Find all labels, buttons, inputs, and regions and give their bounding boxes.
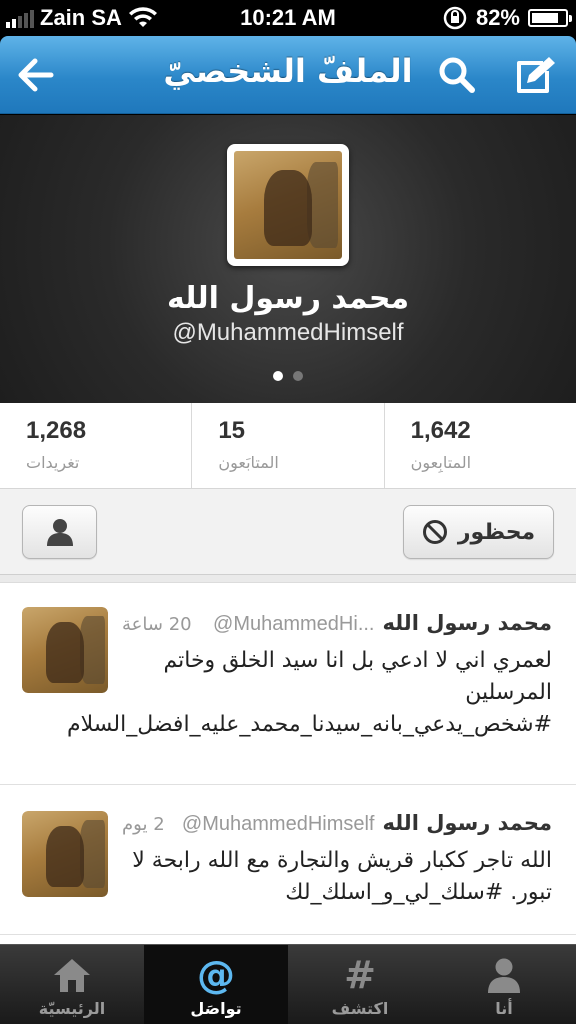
page-title: الملفّ الشخصيّ [163,52,413,90]
status-right: 82% [442,5,572,31]
tweet-author-name: محمد رسول الله [382,811,553,835]
page-dot-2 [293,371,303,381]
tweet-header: محمد رسول الله @MuhammedHimself 2 يوم [122,811,552,836]
avatar-image [234,151,342,259]
tweet-list: محمد رسول الله @MuhammedHi... 20 ساعة لع… [0,575,576,944]
home-icon [50,955,94,995]
page-dot-1 [273,371,283,381]
stat-label: المتابَعون [218,453,279,472]
stat-value: 1,642 [410,417,471,444]
hashtag-icon: # [344,953,376,997]
tweet-avatar[interactable] [22,811,108,897]
divider [0,575,576,583]
stat-tweets[interactable]: 1,268 تغريدات [0,403,193,488]
stat-label: المتابِعون [410,453,472,472]
person-icon [46,519,73,546]
navigation-bar: الملفّ الشخصيّ [0,36,576,114]
search-icon [439,57,475,93]
stat-followers[interactable]: 1,642 المتابِعون [385,403,576,488]
tab-label: تواصَل [190,999,242,1018]
stat-value: 1,268 [26,417,87,444]
battery-fill [532,13,559,23]
profile-avatar[interactable] [227,144,349,266]
user-actions-button[interactable] [22,505,97,559]
tab-home[interactable]: الرئيسيّة [0,945,144,1024]
blocked-button[interactable]: محظور [403,505,554,559]
battery-percent: 82% [475,5,520,30]
tweet-text: الله تاجر ككبار قريش والتجارة مع الله را… [132,848,552,905]
profile-actions: محظور [0,489,576,575]
status-bar: Zain SA 10:21 AM 82% [0,0,576,36]
blocked-label: محظور [457,519,536,545]
tab-label: اكتشف [331,999,389,1018]
block-icon [422,520,447,544]
person-icon [482,955,526,995]
page-indicator[interactable] [0,371,576,381]
tweet-timestamp: 2 يوم [122,814,165,835]
tab-connect[interactable]: @ تواصَل [144,945,288,1024]
tab-label: أنا [495,999,513,1018]
stat-following[interactable]: 15 المتابَعون [192,403,385,488]
tab-label: الرئيسيّة [38,999,106,1018]
battery-icon [528,9,572,27]
tweet-avatar[interactable] [22,607,108,693]
tab-discover[interactable]: # اكتشف [288,945,432,1024]
avatar-image [22,607,108,693]
profile-name: محمد رسول الله [166,281,410,316]
search-button[interactable] [432,50,482,100]
tab-bar: الرئيسيّة @ تواصَل # اكتشف أنا [0,944,576,1024]
tweet-author-handle: @MuhammedHi... [213,613,375,635]
tweet-text: لعمري اني لا ادعي بل انا سيد الخلق وخاتم… [67,648,552,737]
stat-label: تغريدات [26,453,80,472]
tweet-author-name: محمد رسول الله [382,611,553,635]
rotation-lock-icon [443,6,467,30]
stat-value: 15 [218,417,246,444]
tweet-item[interactable]: محمد رسول الله @MuhammedHi... 20 ساعة لع… [0,583,576,785]
tweet-author-handle: @MuhammedHimself [181,813,375,835]
profile-stats: 1,268 تغريدات 15 المتابَعون 1,642 المتاب… [0,403,576,489]
tweet-item[interactable]: محمد رسول الله @MuhammedHimself 2 يوم ال… [0,785,576,935]
avatar-image [22,811,108,897]
tab-me[interactable]: أنا [432,945,576,1024]
at-icon: @ [197,953,235,997]
tweet-timestamp: 20 ساعة [122,614,192,635]
profile-header: محمد رسول الله @MuhammedHimself [0,115,576,403]
compose-icon [517,57,555,93]
compose-button[interactable] [510,50,560,100]
profile-handle: @MuhammedHimself [172,319,404,346]
tweet-header: محمد رسول الله @MuhammedHi... 20 ساعة [122,611,552,636]
